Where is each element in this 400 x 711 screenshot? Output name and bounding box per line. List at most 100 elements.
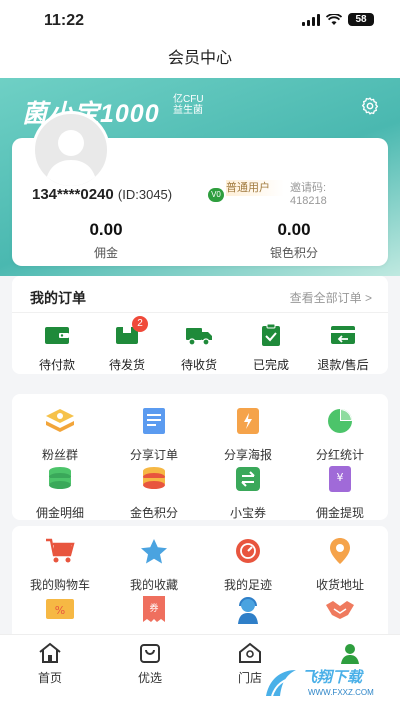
home-icon xyxy=(39,642,61,663)
level-name: 普通用户 xyxy=(226,180,284,196)
brand-cfu-line1: 亿CFU xyxy=(173,94,204,105)
coupon-icon: % xyxy=(46,599,74,619)
watermark-url: WWW.FXXZ.COM xyxy=(308,688,374,697)
service-cart[interactable]: 我的购物车 xyxy=(20,536,100,593)
footprint-icon xyxy=(236,539,260,563)
order-label: 待发货 xyxy=(108,358,145,372)
tool-fans-group[interactable]: 粉丝群 xyxy=(20,406,100,463)
service-coupon[interactable]: % xyxy=(20,594,100,634)
signal-icon xyxy=(302,13,320,26)
tool-label: 金色积分 xyxy=(129,506,178,520)
tool-label: 粉丝群 xyxy=(41,448,78,462)
share-poster-icon xyxy=(237,408,259,434)
tool-share-poster[interactable]: 分享海报 xyxy=(208,406,288,463)
order-pending-receipt[interactable]: 待收货 xyxy=(164,322,234,373)
order-pending-shipment[interactable]: 2 待发货 xyxy=(92,316,162,373)
store-icon xyxy=(239,642,261,663)
invite-code[interactable]: 418218 xyxy=(290,195,327,207)
service-label: 收货地址 xyxy=(315,578,364,592)
tool-share-order[interactable]: 分享订单 xyxy=(114,406,194,463)
tool-label: 分红统计 xyxy=(315,448,364,462)
stat-commission[interactable]: 0.00 佣金 xyxy=(12,220,200,261)
order-pending-payment[interactable]: 待付款 xyxy=(22,322,92,373)
bag-icon xyxy=(140,644,160,663)
tool-label: 分享订单 xyxy=(129,448,178,462)
tool-label: 小宝券 xyxy=(229,506,266,520)
svg-text:券: 券 xyxy=(149,602,158,614)
order-label: 退款/售后 xyxy=(317,358,369,372)
watermark-logo-icon xyxy=(266,670,296,697)
stat-label: 佣金 xyxy=(93,246,118,260)
tool-gold-points[interactable]: 金色积分 xyxy=(114,464,194,521)
service-customer-service[interactable] xyxy=(208,594,288,634)
tools-card: 粉丝群 分享订单 分享海报 分红统计 佣金明细 金色积分 小宝券 ¥ 佣金提现 xyxy=(12,394,388,520)
orders-card: 我的订单 查看全部订单 > 待付款 2 待发货 待收货 已完成 退款/售后 xyxy=(12,276,388,374)
tool-dividend-stats[interactable]: 分红统计 xyxy=(300,406,380,463)
tab-label: 首页 xyxy=(37,671,62,685)
voucher-icon: 券 xyxy=(143,596,165,622)
service-label: 我的足迹 xyxy=(223,578,272,592)
pie-chart-icon xyxy=(328,409,352,433)
tool-label: 分享海报 xyxy=(223,448,272,462)
handshake-icon xyxy=(326,601,354,619)
svg-text:¥: ¥ xyxy=(337,471,344,484)
withdraw-icon: ¥ xyxy=(329,466,351,492)
status-bar: 11:22 58 xyxy=(0,0,400,44)
tool-xiaobao-coupon[interactable]: 小宝券 xyxy=(208,464,288,521)
see-all-orders-link[interactable]: 查看全部订单 > xyxy=(290,289,372,306)
brand-cfu: 亿CFU 益生菌 xyxy=(173,94,204,116)
svg-text:%: % xyxy=(55,604,65,617)
tool-withdraw[interactable]: ¥ 佣金提现 xyxy=(300,464,380,521)
service-address[interactable]: 收货地址 xyxy=(300,536,380,593)
tab-label: 优选 xyxy=(137,671,162,685)
avatar[interactable] xyxy=(32,111,110,189)
services-card: 我的购物车 我的收藏 我的足迹 收货地址 % 券 xyxy=(12,526,388,646)
watermark-text: 飞翔下载 xyxy=(302,669,363,686)
order-label: 待付款 xyxy=(38,358,75,372)
service-label: 我的购物车 xyxy=(29,578,90,592)
fans-group-icon xyxy=(46,409,74,432)
orders-title: 我的订单 xyxy=(30,290,86,306)
avatar-silhouette-icon xyxy=(45,130,97,186)
service-handshake[interactable] xyxy=(300,594,380,634)
order-completed[interactable]: 已完成 xyxy=(236,322,306,373)
invite-label: 邀请码: xyxy=(290,182,327,194)
page-title: 会员中心 xyxy=(0,44,400,80)
tab-home[interactable]: 首页 xyxy=(10,641,90,686)
user-phone: 134****0240 (ID:3045) xyxy=(32,186,172,203)
stat-value: 0.00 xyxy=(277,220,311,239)
brand-cfu-line2: 益生菌 xyxy=(173,105,203,116)
tool-commission-detail[interactable]: 佣金明细 xyxy=(20,464,100,521)
tool-label: 佣金明细 xyxy=(35,506,84,520)
user-icon xyxy=(341,644,359,664)
customer-service-icon xyxy=(238,597,258,624)
gear-icon[interactable] xyxy=(360,96,380,116)
stat-silver-points[interactable]: 0.00 银色积分 xyxy=(200,220,388,261)
tab-profile[interactable] xyxy=(310,641,390,669)
order-label: 已完成 xyxy=(252,358,289,372)
wallet-icon xyxy=(45,327,69,344)
tab-featured[interactable]: 优选 xyxy=(110,641,190,686)
refund-icon xyxy=(331,326,355,344)
service-footprint[interactable]: 我的足迹 xyxy=(208,536,288,593)
order-refund[interactable]: 退款/售后 xyxy=(308,322,378,373)
stat-label: 银色积分 xyxy=(269,246,318,260)
order-label: 待收货 xyxy=(180,358,217,372)
divider xyxy=(12,312,388,313)
location-icon xyxy=(330,538,350,564)
cart-icon xyxy=(46,538,75,563)
status-time: 11:22 xyxy=(44,12,85,29)
level-badge: V0 xyxy=(208,188,224,202)
tool-label: 佣金提现 xyxy=(315,506,364,520)
watermark: 飞翔下载 WWW.FXXZ.COM xyxy=(262,666,392,700)
wifi-icon xyxy=(326,13,342,25)
stat-value: 0.00 xyxy=(89,220,123,239)
truck-icon xyxy=(186,328,212,346)
battery-icon: 58 xyxy=(348,13,374,26)
share-order-icon xyxy=(143,408,165,434)
service-favorites[interactable]: 我的收藏 xyxy=(114,536,194,593)
gold-points-icon xyxy=(143,467,165,489)
service-voucher[interactable]: 券 xyxy=(114,594,194,634)
user-id: (ID:3045) xyxy=(117,187,173,202)
service-label: 我的收藏 xyxy=(129,578,178,592)
